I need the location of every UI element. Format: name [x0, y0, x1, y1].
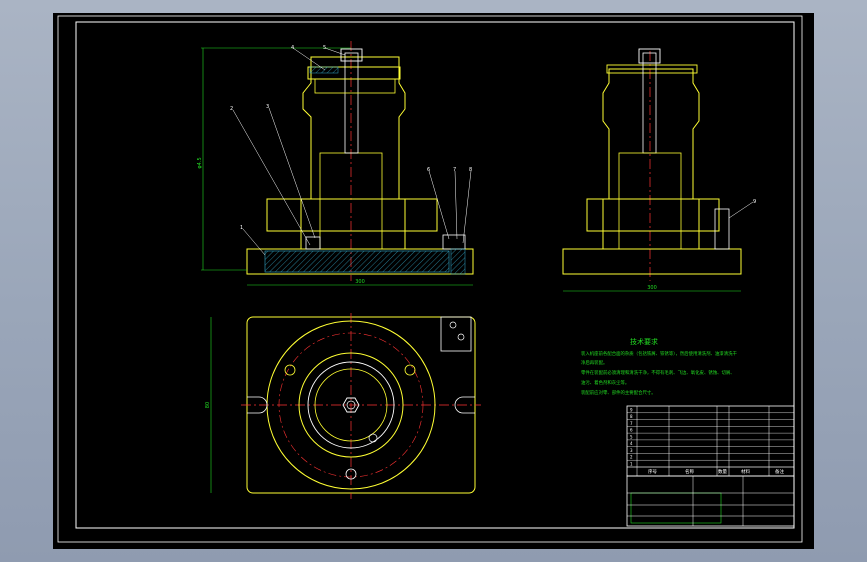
balloon-8: 8: [469, 167, 472, 173]
side-view: 9 300: [562, 48, 756, 292]
plan-view: 80: [205, 313, 481, 499]
front-section-view: φ4.5 300 4 5 2 3 1 6 7 8: [197, 41, 474, 286]
parts-list: 序号 名称 数量 材料 备注 9 8 7 65 4 3 2 1: [626, 405, 795, 527]
leader-9: [728, 201, 754, 219]
front-nut: [340, 48, 363, 62]
pl-header-mat: 材料: [741, 468, 750, 475]
front-lug-right: [442, 234, 466, 250]
pl-header-no: 序号: [648, 468, 657, 475]
front-flange: [266, 198, 438, 232]
leader-7: [454, 170, 458, 240]
front-sleeve: [314, 78, 396, 94]
notes-line-2: 净后再装配。: [581, 359, 607, 366]
leader-3: [268, 107, 316, 239]
front-lug-left: [305, 236, 321, 250]
cad-drawing: φ4.5 300 4 5 2 3 1 6 7 8 9 300 80 技术要求 装…: [57, 15, 803, 543]
outer-border: [57, 15, 803, 543]
balloon-1: 1: [240, 225, 243, 231]
plan-bolt-hole-1: [284, 364, 296, 376]
side-base: [562, 248, 742, 275]
side-lug: [714, 208, 730, 250]
notes-line-3: 零件在装配前必须清理和清洗干净，不得有毛刺、飞边、氧化皮、锈蚀、切屑、: [581, 369, 735, 376]
side-nut: [638, 48, 661, 64]
pl-row-number: 4: [630, 441, 633, 446]
pl-row-number: 1: [630, 462, 633, 467]
pl-header-name: 名称: [685, 468, 694, 475]
balloon-4: 4: [291, 45, 294, 51]
front-base-hatch: [264, 250, 450, 273]
plan-corner-hole-2: [457, 333, 465, 341]
balloon-7: 7: [453, 167, 456, 173]
side-rod: [642, 52, 657, 154]
notes-line-4: 油污、着色剂和灰尘等。: [581, 379, 629, 386]
balloon-9: 9: [753, 199, 756, 205]
technical-notes: 技术要求 装入机座前各配合面的杂质（包括铁屑、铁锈等），然后使用清洗剂、油漆清洗…: [581, 337, 737, 396]
front-width-dim: 300: [355, 279, 365, 285]
balloon-2: 2: [230, 106, 233, 112]
plan-bolt-hole-4: [368, 433, 378, 443]
front-height-dim: φ4.5: [197, 157, 203, 168]
cad-viewport[interactable]: φ4.5 300 4 5 2 3 1 6 7 8 9 300 80 技术要求 装…: [53, 13, 814, 549]
side-column: [602, 68, 700, 250]
pl-row-number: 3: [630, 448, 633, 453]
title-block-frame: [626, 475, 795, 527]
leader-8: [462, 170, 472, 244]
pl-row-number: 2: [630, 455, 633, 460]
pl-row-number: 5: [630, 434, 633, 439]
pl-header-qty: 数量: [718, 468, 727, 475]
balloon-3: 3: [266, 104, 269, 110]
plan-corner-block: [440, 316, 472, 352]
side-width-dim: 300: [647, 285, 657, 291]
leader-2: [232, 109, 311, 246]
leader-6: [428, 170, 450, 240]
notes-title: 技术要求: [630, 337, 658, 346]
balloon-6: 6: [427, 167, 430, 173]
leader-1: [242, 228, 266, 256]
notes-line-5: 装配前应对零、部件的主要配合尺寸。: [581, 389, 656, 396]
plan-corner-hole-1: [449, 321, 457, 329]
balloon-5: 5: [323, 45, 326, 51]
pl-row-number: 9: [630, 407, 633, 412]
front-cap-hatch: [309, 66, 339, 74]
notes-line-1: 装入机座前各配合面的杂质（包括铁屑、铁锈等），然后使用清洗剂、油漆清洗干: [581, 350, 737, 357]
front-right-hatch: [450, 248, 466, 275]
title-block-green: [630, 492, 722, 524]
pl-row-number: 7: [630, 421, 633, 426]
plan-bolt-hole-2: [404, 364, 416, 376]
pl-row-number: 8: [630, 414, 633, 419]
inner-border: [75, 21, 795, 529]
pl-header-note: 备注: [775, 468, 784, 475]
front-rod: [344, 52, 359, 154]
plan-height-dim: 80: [205, 402, 211, 408]
pl-row-number: 6: [630, 428, 633, 433]
